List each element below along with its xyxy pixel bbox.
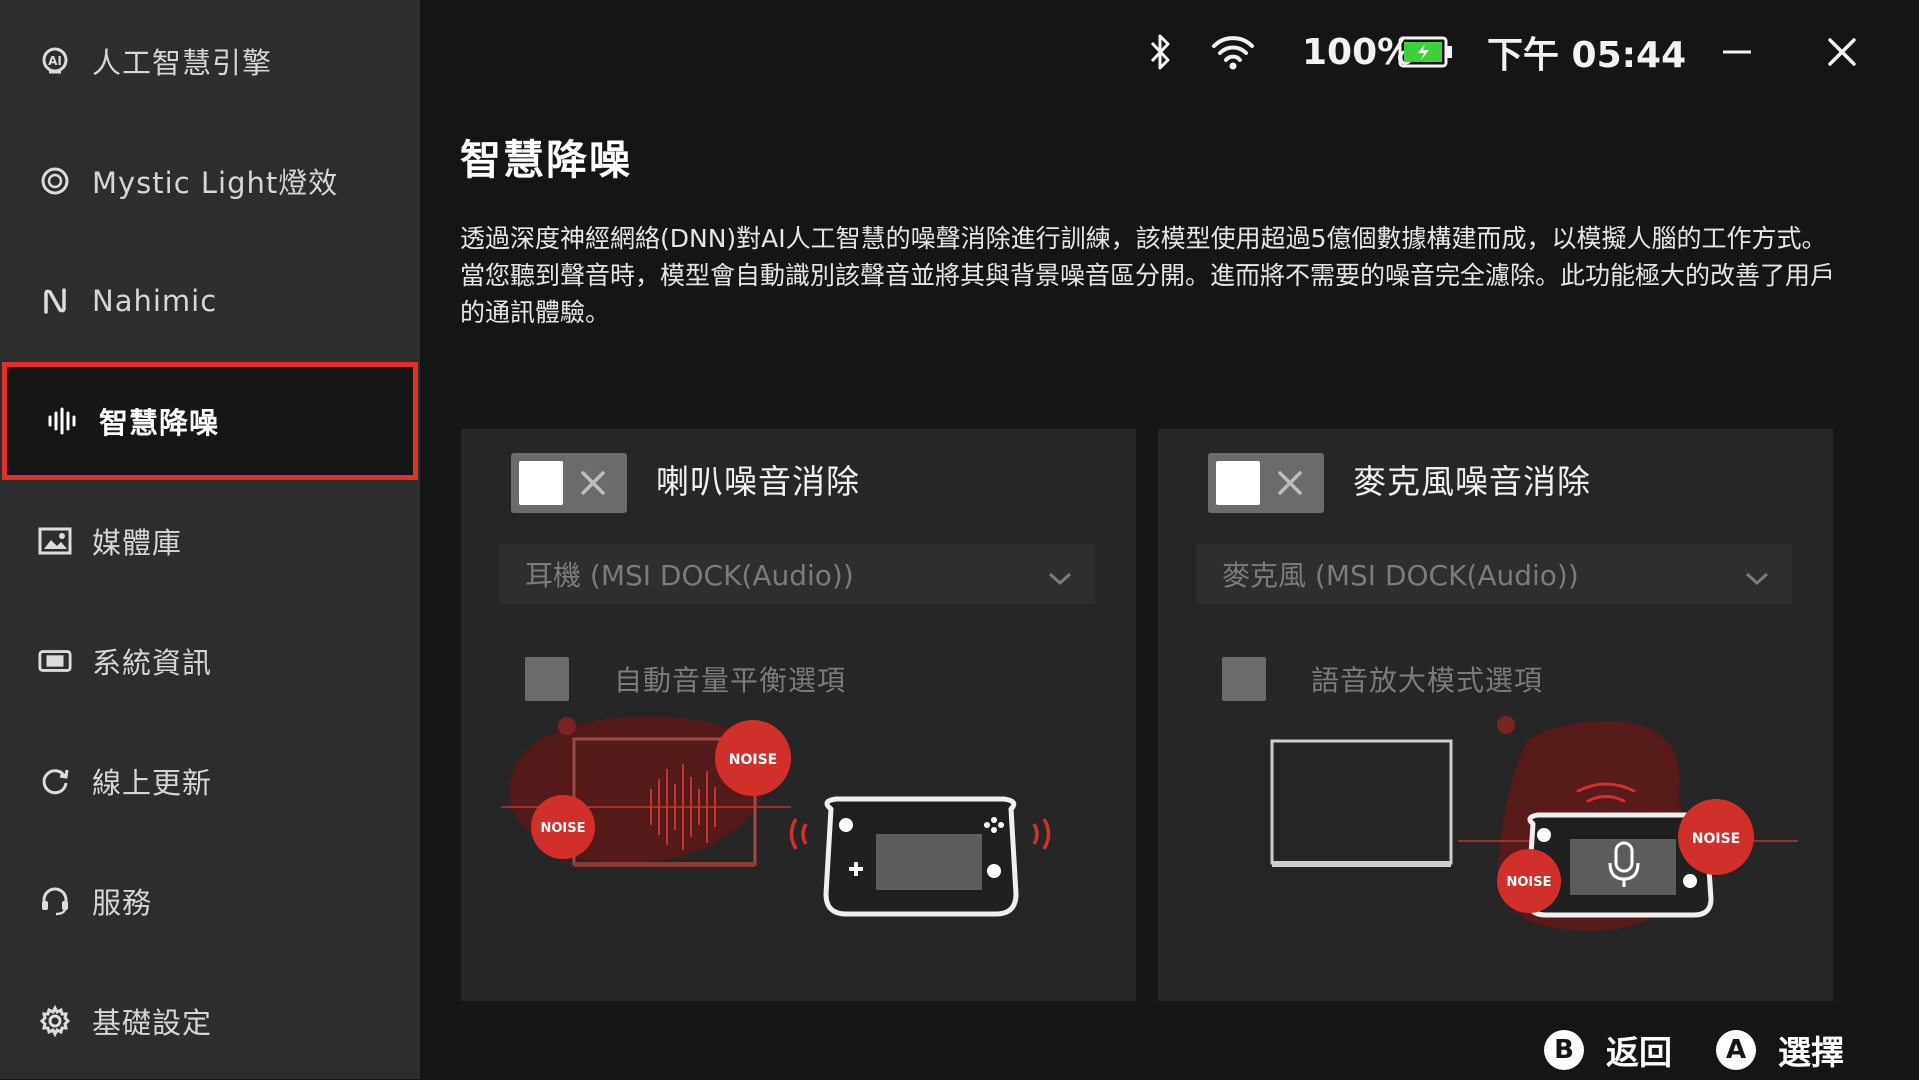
battery-percent: 100% (1302, 31, 1414, 73)
speaker-noise-cancel-toggle[interactable] (511, 453, 627, 513)
battery-icon (1398, 20, 1454, 84)
sidebar-item-media-library[interactable]: 媒體庫 (0, 482, 420, 600)
bluetooth-icon[interactable] (1145, 20, 1175, 84)
mystic-light-icon (38, 164, 72, 198)
sidebar: AI 人工智慧引擎 Mystic Light燈效 Nahimic 智慧降噪 媒體… (0, 0, 420, 1079)
noise-cancel-icon (45, 404, 79, 438)
close-button[interactable] (1826, 20, 1858, 84)
chevron-down-icon (1744, 562, 1770, 595)
speaker-noise-cancel-card: 喇叭噪音消除 耳機 (MSI DOCK(Audio)) 自動音量平衡選項 NOI… (461, 429, 1136, 1001)
gear-icon (38, 1004, 72, 1038)
sidebar-item-service[interactable]: 服務 (0, 842, 420, 960)
svg-text:AI: AI (48, 54, 62, 68)
toggle-off-icon (573, 463, 613, 503)
noise-label: NOISE (1692, 831, 1740, 847)
sidebar-item-mystic-light[interactable]: Mystic Light燈效 (0, 122, 420, 240)
clock: 下午 05:44 (1487, 35, 1687, 76)
checkbox-label: 自動音量平衡選項 (614, 664, 847, 697)
sidebar-item-online-update[interactable]: 線上更新 (0, 722, 420, 840)
sidebar-item-label: 線上更新 (92, 766, 213, 800)
sidebar-item-label: 人工智慧引擎 (92, 46, 273, 80)
page-title: 智慧降噪 (460, 136, 632, 184)
sidebar-item-label: Mystic Light燈效 (92, 166, 339, 200)
ai-engine-icon: AI (38, 44, 72, 78)
sidebar-item-label: 媒體庫 (92, 526, 183, 560)
page-description: 透過深度神經網絡(DNN)對AI人工智慧的噪聲消除進行訓練，該模型使用超過5億個… (460, 224, 1836, 327)
toggle-off-icon (1270, 463, 1310, 503)
card-title: 麥克風噪音消除 (1353, 462, 1591, 501)
sidebar-item-label: Nahimic (92, 284, 218, 318)
back-label: 返回 (1606, 1033, 1672, 1072)
image-icon (38, 524, 72, 558)
sidebar-item-label: 智慧降噪 (99, 406, 220, 440)
mic-noise-cancel-toggle[interactable] (1208, 453, 1324, 513)
sidebar-item-label: 系統資訊 (92, 646, 213, 680)
toggle-knob (1216, 461, 1260, 505)
sidebar-item-label: 基礎設定 (92, 1006, 213, 1040)
select-button[interactable]: A 選擇 (1716, 1025, 1844, 1075)
noise-label: NOISE (729, 752, 777, 768)
mic-noise-cancel-card: 麥克風噪音消除 麥克風 (MSI DOCK(Audio)) 語音放大模式選項 N… (1158, 429, 1833, 1001)
nahimic-icon (38, 284, 72, 318)
sidebar-item-noise-cancel[interactable]: 智慧降噪 (2, 362, 418, 480)
system-info-icon (38, 644, 72, 678)
toggle-knob (519, 461, 563, 505)
update-icon (38, 764, 72, 798)
chevron-down-icon (1047, 562, 1073, 595)
wifi-icon[interactable] (1210, 20, 1256, 84)
a-key-icon: A (1716, 1030, 1756, 1070)
b-key-icon: B (1544, 1030, 1584, 1070)
sidebar-item-system-info[interactable]: 系統資訊 (0, 602, 420, 720)
sidebar-item-ai-engine[interactable]: AI 人工智慧引擎 (0, 2, 420, 120)
card-title: 喇叭噪音消除 (656, 462, 860, 501)
mic-device-select[interactable]: 麥克風 (MSI DOCK(Audio)) (1196, 544, 1792, 604)
speaker-noise-illustration: NOISE NOISE (461, 709, 1136, 989)
noise-label: NOISE (540, 821, 585, 836)
speaker-device-select[interactable]: 耳機 (MSI DOCK(Audio)) (499, 544, 1095, 604)
mic-noise-illustration: NOISE NOISE (1158, 709, 1833, 989)
select-label: 選擇 (1778, 1033, 1844, 1072)
voice-amplify-checkbox[interactable] (1222, 657, 1266, 701)
checkbox-label: 語音放大模式選項 (1311, 664, 1544, 697)
auto-volume-balance-checkbox[interactable] (525, 657, 569, 701)
back-button[interactable]: B 返回 (1544, 1025, 1672, 1075)
select-value: 耳機 (MSI DOCK(Audio)) (525, 559, 854, 592)
headset-icon (38, 884, 72, 918)
sidebar-item-nahimic[interactable]: Nahimic (0, 242, 420, 360)
sidebar-item-label: 服務 (92, 886, 153, 920)
minimize-button[interactable] (1720, 20, 1754, 84)
sidebar-item-basic-settings[interactable]: 基礎設定 (0, 962, 420, 1080)
select-value: 麥克風 (MSI DOCK(Audio)) (1222, 559, 1579, 592)
noise-label: NOISE (1506, 875, 1551, 890)
